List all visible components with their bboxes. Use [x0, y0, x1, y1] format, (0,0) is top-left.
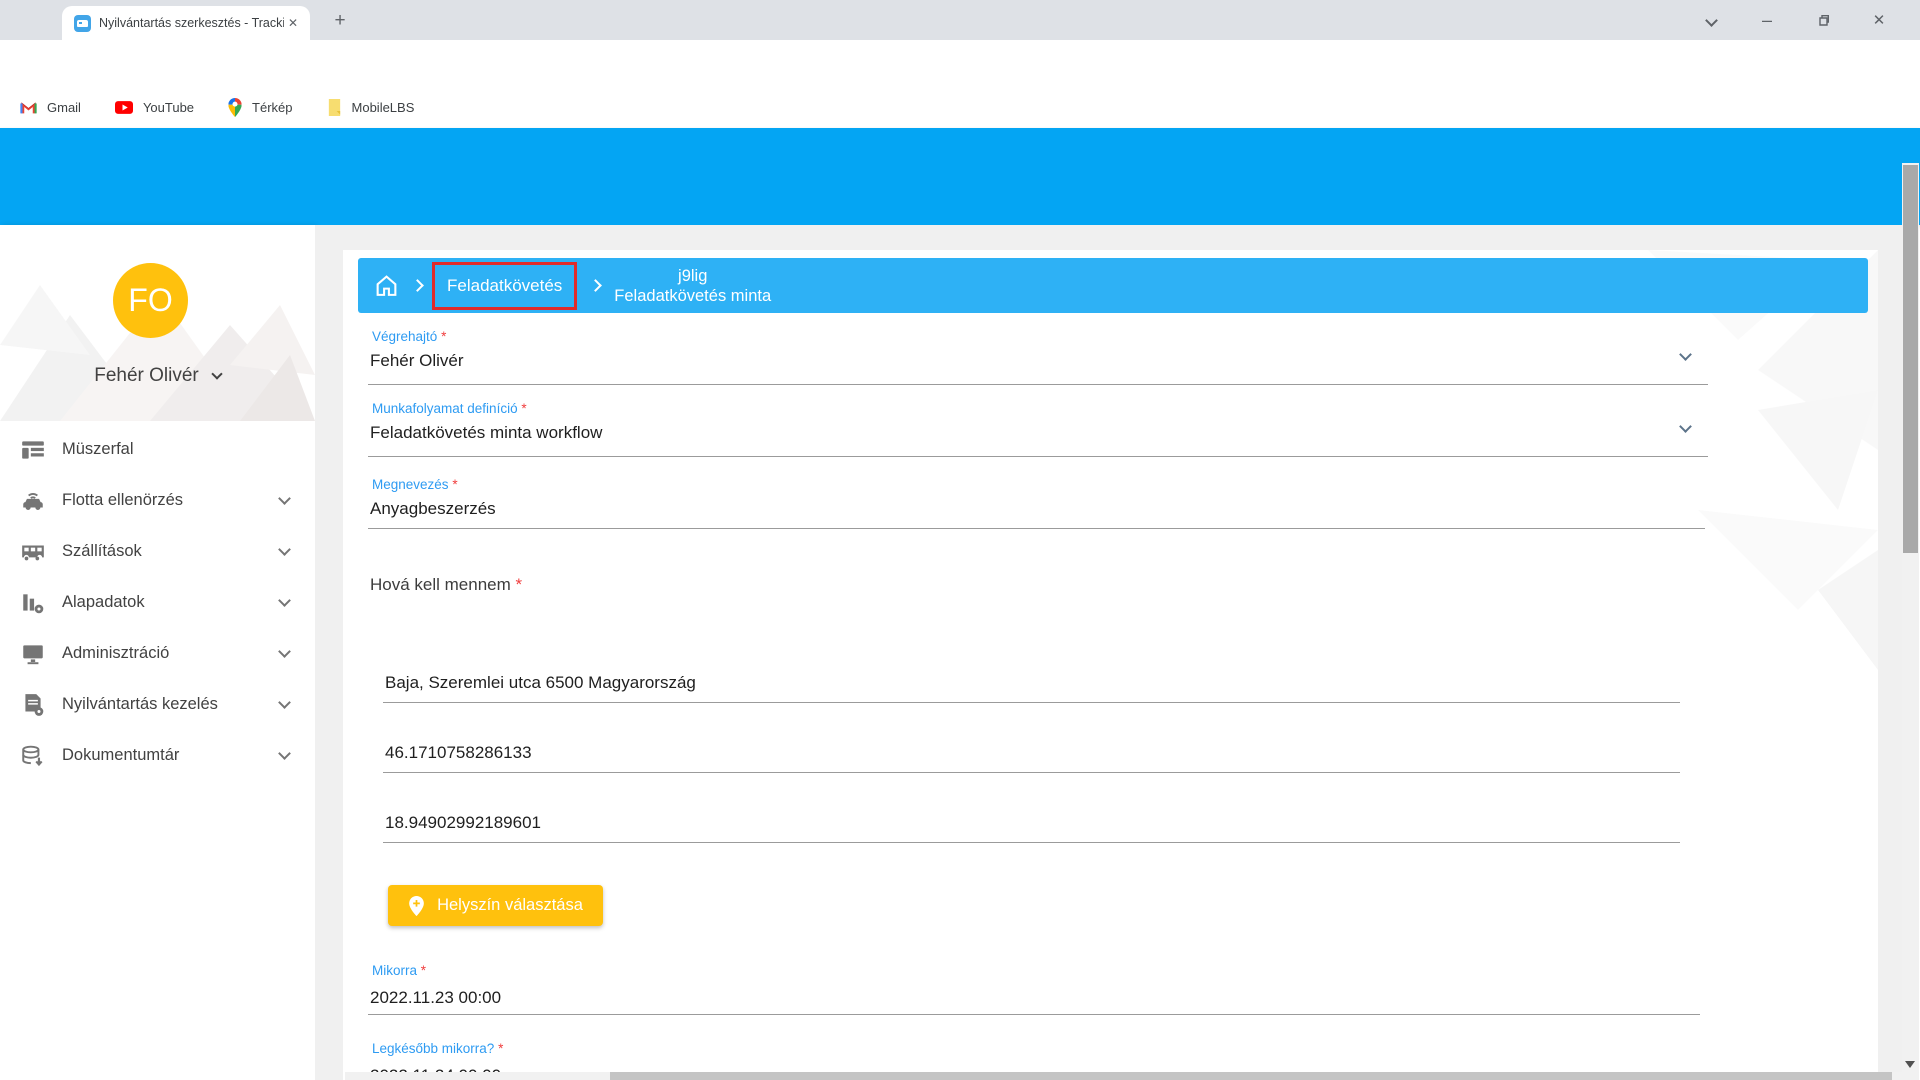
form-card: [343, 250, 1878, 1080]
window-minimize-button[interactable]: –: [1752, 8, 1782, 32]
sidebar-item-deliveries[interactable]: Szállítások: [0, 526, 315, 577]
youtube-icon: [115, 101, 133, 114]
document-gear-icon: [20, 692, 46, 718]
browser-tab[interactable]: Nyilvántartás szerkesztés - Trackin ✕: [62, 6, 310, 40]
browser-tab-strip: Nyilvántartás szerkesztés - Trackin ✕ + …: [0, 0, 1920, 40]
horizontal-scrollbar[interactable]: [345, 1072, 1902, 1080]
sidebar-item-fleet-control[interactable]: Flotta ellenörzés: [0, 475, 315, 526]
window-close-button[interactable]: ✕: [1864, 8, 1894, 32]
chevron-down-icon: [278, 492, 291, 505]
home-icon[interactable]: [374, 273, 399, 298]
vertical-scrollbar[interactable]: [1902, 163, 1919, 1080]
workflow-select[interactable]: Feladatkövetés minta workflow: [370, 423, 602, 443]
when-label: Mikorra *: [372, 963, 426, 978]
workflow-label: Munkafolyamat definíció *: [372, 401, 527, 416]
field-underline: [383, 702, 1680, 703]
polygon-background: [1398, 250, 1878, 670]
longitude-input[interactable]: 18.94902992189601: [385, 813, 541, 833]
truck-icon: [20, 539, 46, 565]
sidebar-item-administration[interactable]: Adminisztráció: [0, 628, 315, 679]
main-content: Feladatkövetés j9lig Feladatkövetés mint…: [315, 225, 1902, 1080]
choose-location-button[interactable]: Helyszín választása: [388, 885, 603, 926]
sidebar-item-dashboard[interactable]: Müszerfal: [0, 424, 315, 475]
field-underline: [368, 1014, 1700, 1015]
sidebar: FO Fehér Olivér Müszerfal Flotta ellenör…: [0, 225, 315, 1080]
user-avatar[interactable]: FO: [113, 263, 188, 338]
chevron-down-icon: [278, 645, 291, 658]
executor-select[interactable]: Fehér Olivér: [370, 351, 464, 371]
latest-when-label: Legkésőbb mikorra? *: [372, 1041, 503, 1056]
field-underline: [368, 384, 1708, 385]
chevron-right-icon: [411, 279, 424, 292]
dashboard-icon: [20, 437, 46, 463]
sidebar-item-registry-management[interactable]: Nyilvántartás kezelés: [0, 679, 315, 730]
name-label: Megnevezés *: [372, 477, 458, 492]
chevron-down-icon: [278, 594, 291, 607]
window-menu-button[interactable]: [1696, 8, 1726, 32]
sidebar-item-document-library[interactable]: Dokumentumtár: [0, 730, 315, 781]
page-icon: [327, 99, 342, 116]
name-input[interactable]: Anyagbeszerzés: [370, 499, 496, 519]
tab-title: Nyilvántartás szerkesztés - Trackin: [99, 16, 284, 30]
address-input[interactable]: Baja, Szeremlei utca 6500 Magyarország: [385, 673, 696, 693]
browser-toolbar: teszt.holazauto.hu/fleet/secured/dataStr…: [0, 40, 1920, 86]
field-underline: [383, 842, 1680, 843]
chevron-down-icon: [278, 747, 291, 760]
screen: Nyilvántartás szerkesztés - Trackin ✕ + …: [0, 0, 1920, 1080]
field-underline: [368, 528, 1705, 529]
map-pin-plus-icon: [408, 896, 425, 916]
user-name: Fehér Olivér: [94, 365, 199, 386]
scroll-down-arrow-icon[interactable]: [1905, 1061, 1915, 1068]
chevron-down-icon: [278, 696, 291, 709]
chevron-right-icon: [589, 279, 602, 292]
window-restore-button[interactable]: [1808, 8, 1838, 32]
database-download-icon: [20, 743, 46, 769]
app-header: Összes cég P 0 1 0: [0, 128, 1920, 225]
where-section-label: Hová kell mennem *: [370, 575, 522, 595]
vertical-scrollbar-thumb[interactable]: [1903, 165, 1918, 553]
sidebar-item-master-data[interactable]: Alapadatok: [0, 577, 315, 628]
bookmark-gmail[interactable]: Gmail: [20, 100, 81, 115]
connected-car-icon: [20, 488, 46, 514]
latitude-input[interactable]: 46.1710758286133: [385, 743, 532, 763]
chart-gear-icon: [20, 590, 46, 616]
when-input[interactable]: 2022.11.23 00:00: [370, 988, 501, 1008]
executor-label: Végrehajtó *: [372, 329, 446, 344]
bookmark-youtube[interactable]: YouTube: [115, 100, 194, 115]
field-underline: [383, 772, 1680, 773]
bookmark-mobilelbs[interactable]: MobileLBS: [327, 99, 415, 116]
breadcrumb: Feladatkövetés j9lig Feladatkövetés mint…: [358, 258, 1868, 313]
breadcrumb-item-task-tracking[interactable]: Feladatkövetés: [432, 262, 577, 310]
bookmark-maps[interactable]: Térkép: [228, 98, 292, 117]
new-tab-button[interactable]: +: [328, 10, 352, 34]
breadcrumb-item-current[interactable]: j9lig Feladatkövetés minta: [614, 266, 771, 306]
tab-close-icon[interactable]: ✕: [284, 14, 302, 32]
user-menu[interactable]: Fehér Olivér: [0, 365, 315, 387]
avatar-initials: FO: [128, 282, 172, 319]
maps-pin-icon: [228, 98, 242, 117]
field-underline: [368, 456, 1708, 457]
monitor-icon: [20, 641, 46, 667]
chevron-down-icon: [278, 543, 291, 556]
horizontal-scrollbar-thumb[interactable]: [610, 1072, 1892, 1080]
profile-section: FO Fehér Olivér: [0, 225, 315, 421]
gmail-icon: [20, 100, 37, 114]
bookmarks-bar: Gmail YouTube Térkép MobileLBS: [0, 86, 1920, 128]
site-favicon-icon: [74, 15, 91, 32]
chevron-down-icon: [211, 368, 222, 379]
